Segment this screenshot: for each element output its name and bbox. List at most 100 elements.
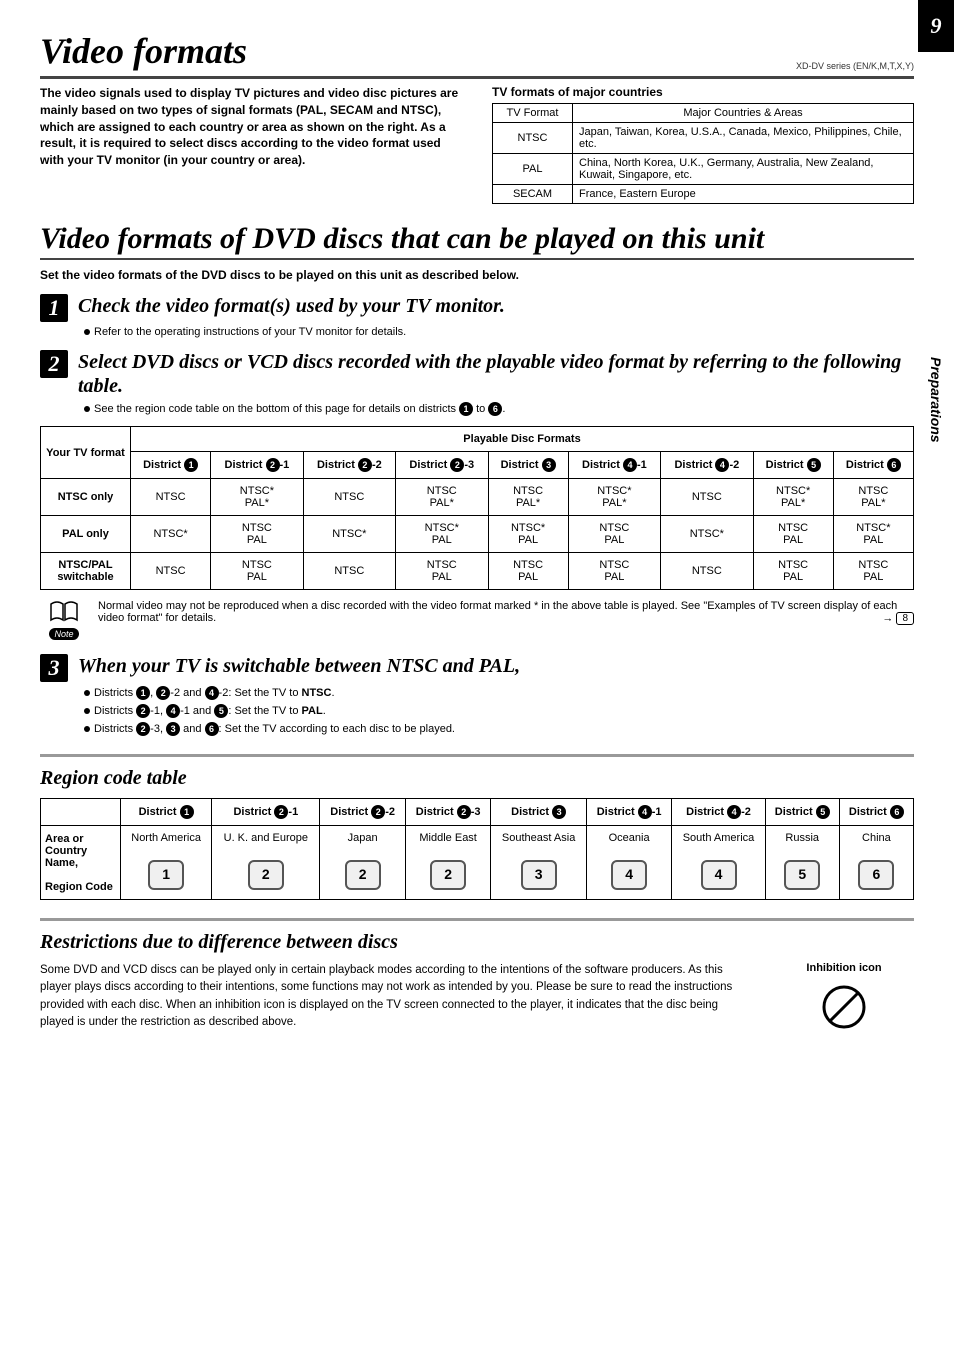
play-district-header: District 5: [753, 452, 833, 479]
region-district-header: District 1: [121, 799, 212, 826]
region-code-icon: 5: [784, 860, 820, 890]
play-cell: NTSCPAL: [488, 553, 568, 590]
region-code-icon: 3: [521, 860, 557, 890]
tv-row-format: PAL: [493, 154, 573, 185]
divider: [40, 918, 914, 921]
step-2-body: See the region code table on the bottom …: [84, 402, 914, 416]
play-district-header: District 2-2: [303, 452, 395, 479]
play-cell: NTSC*PAL*: [568, 479, 660, 516]
inhibition-label: Inhibition icon: [774, 962, 914, 974]
region-cell: Russia5: [765, 826, 839, 900]
restrictions-text: Some DVD and VCD discs can be played onl…: [40, 962, 754, 1031]
region-district-header: District 4-1: [586, 799, 671, 826]
district-circle-icon: 6: [488, 402, 502, 416]
playable-formats-table: Your TV format Playable Disc Formats Dis…: [40, 426, 914, 590]
tv-row-countries: China, North Korea, U.K., Germany, Austr…: [573, 154, 914, 185]
play-cell: NTSC*PAL: [488, 516, 568, 553]
restrictions-heading: Restrictions due to difference between d…: [40, 931, 914, 954]
play-cell: NTSCPAL*: [488, 479, 568, 516]
step-2-text: See the region code table on the bottom …: [94, 403, 459, 415]
region-district-header: District 2-1: [212, 799, 320, 826]
play-cell: NTSCPAL*: [396, 479, 488, 516]
play-cell: NTSC: [131, 553, 211, 590]
region-code-icon: 4: [701, 860, 737, 890]
play-row-label: NTSC only: [41, 479, 131, 516]
tv-table-header-format: TV Format: [493, 104, 573, 123]
play-cell: NTSC: [661, 553, 753, 590]
play-district-header: District 3: [488, 452, 568, 479]
region-code-icon: 4: [611, 860, 647, 890]
region-code-icon: 1: [148, 860, 184, 890]
play-cell: NTSC: [303, 553, 395, 590]
step-3-line: Districts 1, 2-2 and 4-2: Set the TV to …: [84, 686, 914, 700]
tv-row-countries: France, Eastern Europe: [573, 185, 914, 204]
region-cell: Japan2: [320, 826, 405, 900]
play-row-label: NTSC/PAL switchable: [41, 553, 131, 590]
divider: [40, 76, 914, 79]
step-1-text: Refer to the operating instructions of y…: [94, 326, 406, 338]
play-cell: NTSC*: [661, 516, 753, 553]
side-tab-label: Preparations: [918, 340, 954, 460]
step-number-icon: 2: [40, 350, 68, 378]
region-cell: U. K. and Europe2: [212, 826, 320, 900]
region-code-table: District 1District 2-1District 2-2Distri…: [40, 798, 914, 900]
intro-text: The video signals used to display TV pic…: [40, 85, 462, 169]
step-number-icon: 3: [40, 654, 68, 682]
tv-row-format: NTSC: [493, 123, 573, 154]
inhibition-icon: [774, 982, 914, 1035]
page-title-2: Video formats of DVD discs that can be p…: [40, 222, 914, 256]
play-district-header: District 6: [833, 452, 913, 479]
play-district-header: District 2-3: [396, 452, 488, 479]
play-cell: NTSC*PAL: [833, 516, 913, 553]
play-cell: NTSC: [661, 479, 753, 516]
play-cell: NTSC: [303, 479, 395, 516]
tv-row-countries: Japan, Taiwan, Korea, U.S.A., Canada, Me…: [573, 123, 914, 154]
page-ref: 8: [896, 612, 914, 625]
play-row-header-title: Your TV format: [41, 427, 131, 479]
tv-table-caption: TV formats of major countries: [492, 85, 914, 99]
divider: [40, 754, 914, 757]
step-3-line: Districts 2-3, 3 and 6: Set the TV accor…: [84, 722, 914, 736]
play-district-header: District 4-2: [661, 452, 753, 479]
step-3-line: Districts 2-1, 4-1 and 5: Set the TV to …: [84, 704, 914, 718]
play-district-header: District 2-1: [211, 452, 303, 479]
region-code-icon: 2: [248, 860, 284, 890]
play-cell: NTSC: [131, 479, 211, 516]
play-cell: NTSCPAL: [568, 516, 660, 553]
region-row-label: Area or Country Name,Region Code: [41, 826, 121, 900]
step-2-text: .: [502, 403, 505, 415]
region-heading: Region code table: [40, 767, 914, 790]
play-cell: NTSCPAL: [753, 553, 833, 590]
play-district-header: District 4-1: [568, 452, 660, 479]
step-1-body: Refer to the operating instructions of y…: [84, 326, 914, 338]
play-cell: NTSCPAL: [833, 553, 913, 590]
step-3-title: When your TV is switchable between NTSC …: [78, 654, 520, 678]
play-district-header: District 1: [131, 452, 211, 479]
play-super-header: Playable Disc Formats: [131, 427, 914, 452]
region-cell: Middle East2: [405, 826, 490, 900]
play-cell: NTSC*: [303, 516, 395, 553]
step-2-title: Select DVD discs or VCD discs recorded w…: [78, 350, 914, 398]
play-cell: NTSC*PAL*: [211, 479, 303, 516]
region-district-header: District 2-2: [320, 799, 405, 826]
tv-table-header-countries: Major Countries & Areas: [573, 104, 914, 123]
district-circle-icon: 1: [459, 402, 473, 416]
divider: [40, 258, 914, 260]
page-number: 9: [918, 0, 954, 52]
region-district-header: District 2-3: [405, 799, 490, 826]
bullet-icon: [84, 406, 90, 412]
play-cell: NTSCPAL: [568, 553, 660, 590]
region-district-header: District 6: [839, 799, 913, 826]
bullet-icon: [84, 329, 90, 335]
region-district-header: District 3: [491, 799, 586, 826]
step-1-title: Check the video format(s) used by your T…: [78, 294, 505, 318]
play-cell: NTSCPAL: [753, 516, 833, 553]
play-cell: NTSC*PAL*: [753, 479, 833, 516]
region-code-icon: 2: [430, 860, 466, 890]
step-number-icon: 1: [40, 294, 68, 322]
note-book-icon: [49, 600, 79, 624]
tv-row-format: SECAM: [493, 185, 573, 204]
tv-formats-table: TV Format Major Countries & Areas NTSCJa…: [492, 103, 914, 204]
region-district-header: District 5: [765, 799, 839, 826]
play-cell: NTSC*: [131, 516, 211, 553]
